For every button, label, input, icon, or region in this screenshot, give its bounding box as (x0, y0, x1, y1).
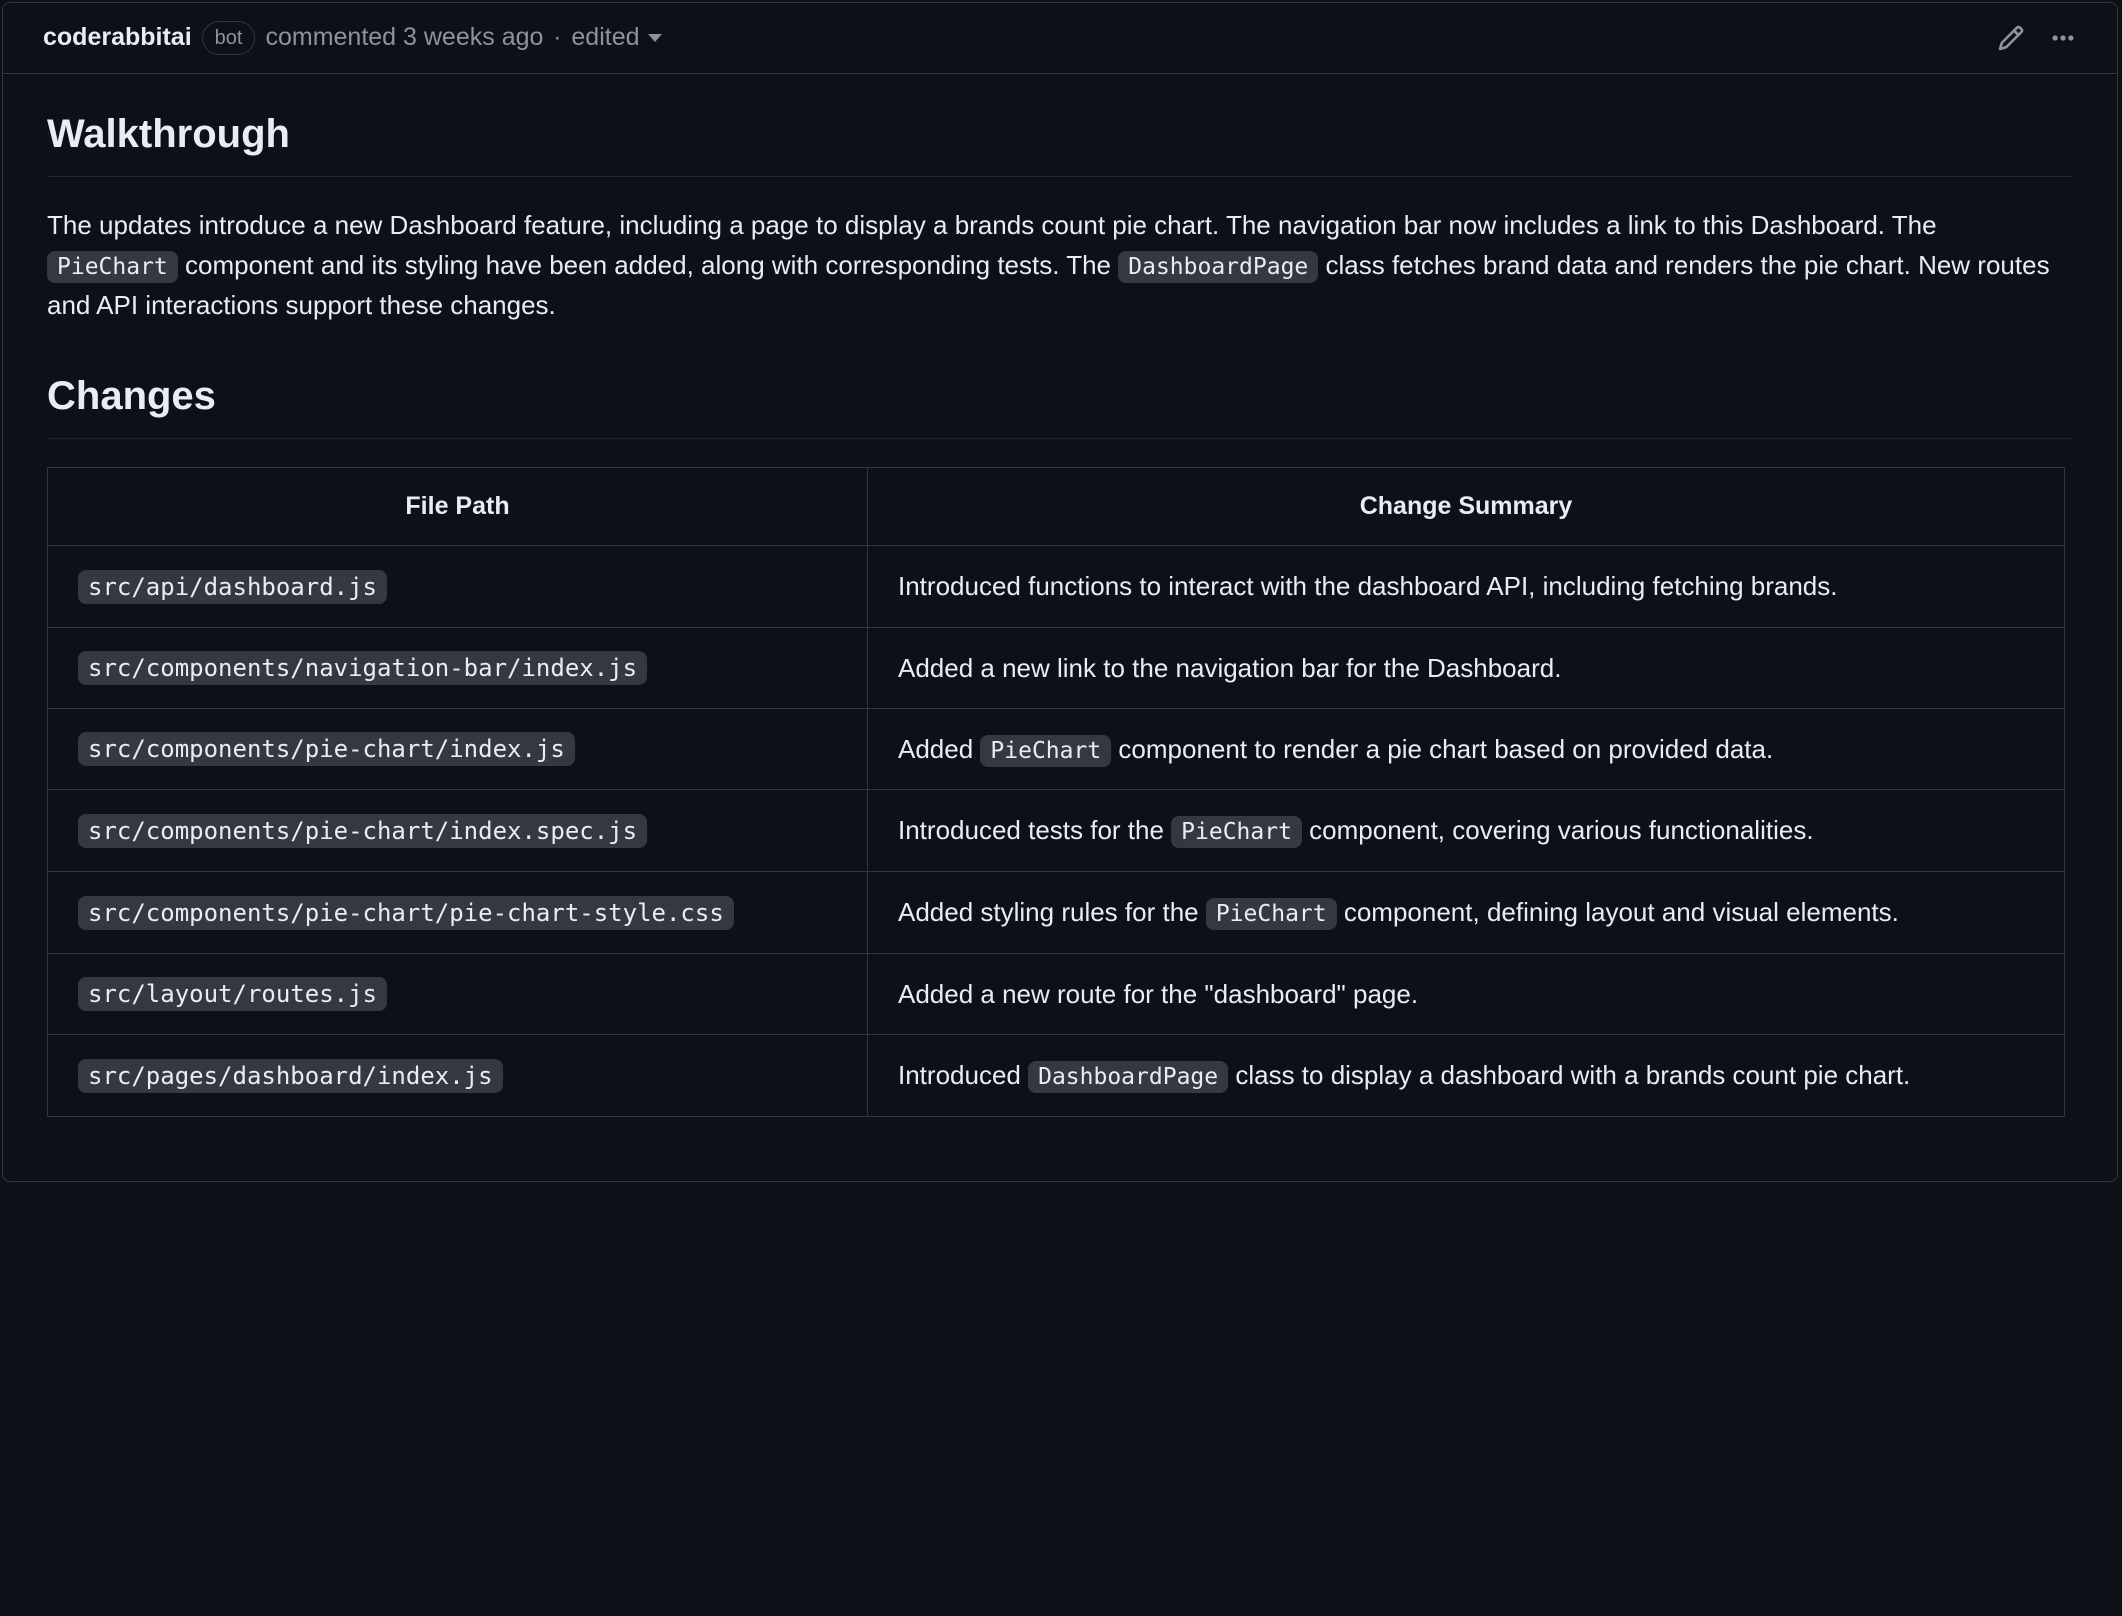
file-path-cell: src/layout/routes.js (48, 953, 868, 1034)
table-row: src/components/pie-chart/index.js Added P… (48, 708, 2065, 790)
summary-code: DashboardPage (1028, 1061, 1228, 1093)
timestamp-prefix: commented (265, 23, 403, 51)
kebab-icon (2049, 24, 2077, 52)
change-summary-cell: Introduced DashboardPage class to displa… (868, 1035, 2065, 1117)
summary-text: Introduced functions to interact with th… (898, 571, 1837, 601)
more-actions-button[interactable] (2049, 24, 2077, 52)
chevron-down-icon (648, 34, 662, 42)
pencil-icon (1997, 24, 2025, 52)
table-row: src/components/pie-chart/index.spec.js In… (48, 790, 2065, 872)
author-link[interactable]: coderabbitai (43, 19, 192, 57)
change-summary-cell: Added styling rules for the PieChart com… (868, 872, 2065, 954)
summary-text: component, covering various functionalit… (1302, 815, 1814, 845)
walkthrough-paragraph: The updates introduce a new Dashboard fe… (47, 205, 2073, 326)
table-row: src/layout/routes.js Added a new route fo… (48, 953, 2065, 1034)
summary-text: Added (898, 734, 980, 764)
summary-text: Added a new route for the "dashboard" pa… (898, 979, 1418, 1009)
comment-timestamp[interactable]: commented 3 weeks ago (265, 19, 543, 57)
timestamp-value: 3 weeks ago (403, 23, 543, 51)
code-piechart: PieChart (47, 251, 178, 283)
comment-header: coderabbitai bot commented 3 weeks ago ·… (3, 3, 2117, 74)
change-summary-cell: Introduced functions to interact with th… (868, 546, 2065, 627)
comment-body: Walkthrough The updates introduce a new … (3, 74, 2117, 1181)
summary-text: class to display a dashboard with a bran… (1228, 1060, 1910, 1090)
changes-table: File Path Change Summary src/api/dashboa… (47, 467, 2065, 1117)
summary-text: component, defining layout and visual el… (1337, 897, 1899, 927)
change-summary-cell: Added a new link to the navigation bar f… (868, 627, 2065, 708)
summary-code: PieChart (980, 735, 1111, 767)
file-path-cell: src/api/dashboard.js (48, 546, 868, 627)
col-header-file: File Path (48, 467, 868, 546)
table-row: src/components/pie-chart/pie-chart-style… (48, 872, 2065, 954)
edited-dropdown[interactable]: edited (571, 19, 661, 57)
file-path-code: src/api/dashboard.js (78, 570, 387, 604)
comment-container: coderabbitai bot commented 3 weeks ago ·… (2, 2, 2118, 1182)
file-path-code: src/components/pie-chart/index.js (78, 732, 575, 766)
summary-code: PieChart (1206, 898, 1337, 930)
change-summary-cell: Introduced tests for the PieChart compon… (868, 790, 2065, 872)
table-header-row: File Path Change Summary (48, 467, 2065, 546)
file-path-cell: src/components/pie-chart/pie-chart-style… (48, 872, 868, 954)
file-path-code: src/components/navigation-bar/index.js (78, 651, 647, 685)
file-path-cell: src/components/pie-chart/index.js (48, 708, 868, 790)
summary-text: Introduced tests for the (898, 815, 1171, 845)
summary-text: component to render a pie chart based on… (1111, 734, 1773, 764)
table-row: src/components/navigation-bar/index.js Ad… (48, 627, 2065, 708)
bot-badge: bot (202, 21, 256, 55)
walkthrough-text-2: component and its styling have been adde… (178, 250, 1118, 280)
separator-dot: · (553, 20, 561, 56)
file-path-code: src/components/pie-chart/pie-chart-style… (78, 896, 734, 930)
comment-header-meta: coderabbitai bot commented 3 weeks ago ·… (43, 19, 662, 57)
changes-heading: Changes (47, 366, 2073, 439)
edited-label: edited (571, 19, 639, 57)
summary-text: Introduced (898, 1060, 1028, 1090)
summary-text: Added a new link to the navigation bar f… (898, 653, 1561, 683)
walkthrough-text-1: The updates introduce a new Dashboard fe… (47, 210, 1937, 240)
change-summary-cell: Added a new route for the "dashboard" pa… (868, 953, 2065, 1034)
table-row: src/api/dashboard.js Introduced functions… (48, 546, 2065, 627)
file-path-cell: src/components/pie-chart/index.spec.js (48, 790, 868, 872)
walkthrough-heading: Walkthrough (47, 104, 2073, 177)
summary-code: PieChart (1171, 816, 1302, 848)
table-row: src/pages/dashboard/index.js Introduced D… (48, 1035, 2065, 1117)
comment-header-actions (1997, 24, 2077, 52)
file-path-code: src/pages/dashboard/index.js (78, 1059, 503, 1093)
edit-button[interactable] (1997, 24, 2025, 52)
file-path-cell: src/components/navigation-bar/index.js (48, 627, 868, 708)
summary-text: Added styling rules for the (898, 897, 1206, 927)
file-path-code: src/layout/routes.js (78, 977, 387, 1011)
change-summary-cell: Added PieChart component to render a pie… (868, 708, 2065, 790)
file-path-cell: src/pages/dashboard/index.js (48, 1035, 868, 1117)
file-path-code: src/components/pie-chart/index.spec.js (78, 814, 647, 848)
col-header-summary: Change Summary (868, 467, 2065, 546)
code-dashboardpage: DashboardPage (1118, 251, 1318, 283)
